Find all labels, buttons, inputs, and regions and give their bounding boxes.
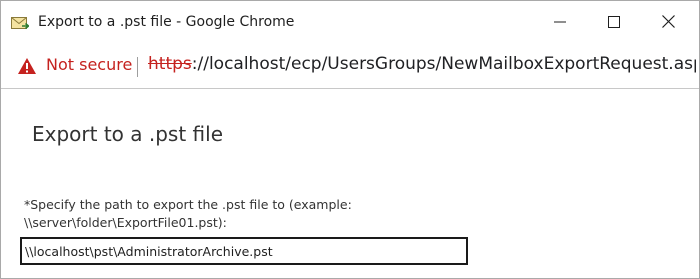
minimize-icon xyxy=(554,13,566,32)
url-path: ://localhost/ecp/UsersGroups/NewMailboxE… xyxy=(191,54,696,74)
not-secure-label[interactable]: Not secure xyxy=(46,55,132,74)
browser-window: Export to a .pst file - Google Chrome No… xyxy=(0,0,700,279)
window-title: Export to a .pst file - Google Chrome xyxy=(38,14,295,30)
maximize-icon xyxy=(608,13,620,32)
path-field-label: *Specify the path to export the .pst fil… xyxy=(24,197,352,230)
maximize-button[interactable] xyxy=(587,1,641,44)
warning-triangle-icon[interactable] xyxy=(17,57,37,75)
export-path-input[interactable] xyxy=(20,237,468,265)
close-button[interactable] xyxy=(641,1,695,44)
title-bar[interactable]: Export to a .pst file - Google Chrome xyxy=(1,1,699,44)
minimize-button[interactable] xyxy=(533,1,587,44)
page-title: Export to a .pst file xyxy=(32,122,224,146)
close-icon xyxy=(661,13,675,32)
url-text[interactable]: https://localhost/ecp/UsersGroups/NewMai… xyxy=(148,54,696,74)
address-divider xyxy=(137,57,138,77)
mail-export-icon xyxy=(11,16,30,30)
url-scheme: https xyxy=(148,54,192,74)
